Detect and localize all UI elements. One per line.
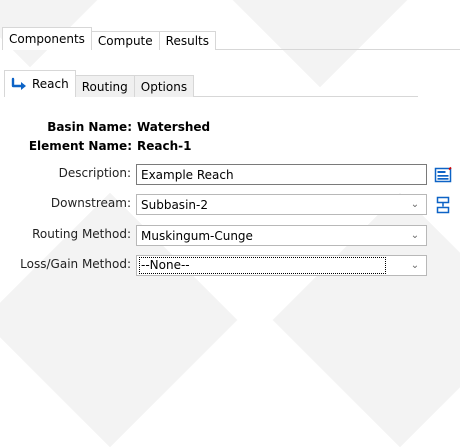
chevron-down-icon[interactable]: ⌄ (406, 260, 424, 271)
basin-name-label: Basin Name: (47, 120, 132, 134)
downstream-label: Downstream: (50, 196, 131, 210)
description-input[interactable]: Example Reach (136, 164, 427, 185)
tab-options[interactable]: Options (133, 75, 195, 97)
tab-reach-label: Reach (32, 77, 69, 91)
tab-routing[interactable]: Routing (74, 75, 135, 97)
downstream-selector-icon[interactable] (434, 196, 452, 214)
routing-method-select[interactable]: Muskingum-Cunge ⌄ (136, 225, 427, 246)
element-name-label: Element Name: (28, 139, 132, 153)
chevron-down-icon[interactable]: ⌄ (406, 230, 424, 241)
description-value: Example Reach (141, 167, 234, 182)
chevron-down-icon[interactable]: ⌄ (406, 199, 424, 210)
element-name-value: Reach-1 (137, 139, 192, 153)
description-label: Description: (58, 166, 131, 180)
routing-method-value: Muskingum-Cunge (141, 228, 253, 243)
top-tab-bar: Components Compute Results (2, 27, 460, 50)
basin-name-value: Watershed (137, 120, 211, 134)
loss-gain-method-value: --None-- (139, 257, 386, 274)
reach-icon (11, 76, 29, 92)
tab-compute[interactable]: Compute (90, 31, 160, 50)
tab-reach[interactable]: Reach (4, 70, 76, 97)
tab-components[interactable]: Components (2, 27, 92, 50)
downstream-select[interactable]: Subbasin-2 ⌄ (136, 194, 427, 215)
background-watermark (192, 0, 448, 88)
loss-gain-method-select[interactable]: --None-- ⌄ (136, 255, 427, 276)
tab-results[interactable]: Results (158, 31, 216, 50)
description-editor-icon[interactable] (434, 166, 452, 184)
downstream-value: Subbasin-2 (141, 197, 208, 212)
sub-tab-bar: Reach Routing Options (4, 70, 419, 97)
loss-gain-method-label: Loss/Gain Method: (20, 257, 131, 271)
routing-method-label: Routing Method: (32, 227, 131, 241)
